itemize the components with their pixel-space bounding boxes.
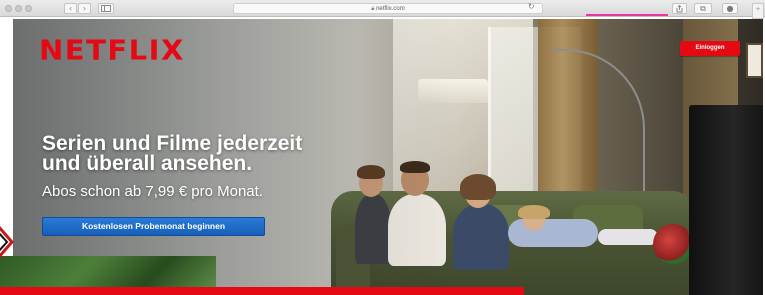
hero-banner: NETFLIX Einloggen Serien und Filme jeder…: [13, 19, 763, 295]
back-button[interactable]: ‹: [64, 3, 77, 14]
downloads-button[interactable]: ●: [722, 3, 738, 14]
chevron-right-icon: [0, 224, 16, 260]
lock-icon: 🔒︎: [371, 5, 375, 12]
sidebar-button[interactable]: [98, 3, 114, 14]
girl-hair: [518, 205, 550, 219]
mother-figure: [453, 204, 509, 270]
share-button[interactable]: [672, 3, 687, 14]
red-bar: [0, 287, 524, 295]
thumbnail-image: [0, 256, 216, 287]
browser-toolbar: ‹ › 🔒︎ netflix.com ↻ ⧉ ●: [0, 0, 765, 17]
accent-bar: [586, 14, 668, 16]
login-button[interactable]: Einloggen: [680, 41, 740, 56]
tabs-button[interactable]: ⧉: [694, 3, 712, 14]
chevron-right-icon: ›: [82, 4, 87, 13]
reload-icon[interactable]: ↻: [528, 2, 535, 11]
headline-line-2: und überall ansehen.: [42, 152, 253, 175]
hero-headline: Serien und Filme jederzeit und überall a…: [42, 132, 442, 175]
free-trial-button[interactable]: Kostenlosen Probemonat beginnen: [42, 217, 265, 236]
girl-figure: [508, 219, 598, 247]
new-tab-button[interactable]: +: [752, 3, 764, 19]
close-window-dot[interactable]: [5, 5, 12, 12]
zoom-window-dot[interactable]: [25, 5, 32, 12]
television-image: [689, 105, 763, 295]
downloads-icon: ●: [726, 4, 734, 13]
tabs-icon: ⧉: [700, 4, 706, 13]
girl-legs: [598, 229, 658, 245]
hero-subline: Abos schon ab 7,99 € pro Monat.: [42, 183, 263, 200]
headline-line-1: Serien und Filme jederzeit: [42, 132, 303, 155]
picture-frame-image: [746, 43, 763, 78]
mother-hair: [460, 174, 496, 200]
address-url: netflix.com: [376, 6, 405, 12]
sidebar-icon: [101, 5, 111, 12]
forward-button[interactable]: ›: [78, 3, 91, 14]
share-icon: [676, 4, 683, 13]
plant-image: [653, 224, 693, 264]
plus-icon: +: [755, 6, 761, 13]
minimize-window-dot[interactable]: [15, 5, 22, 12]
netflix-logo[interactable]: NETFLIX: [39, 34, 185, 66]
chevron-left-icon: ‹: [68, 4, 73, 13]
address-bar[interactable]: 🔒︎ netflix.com: [233, 3, 543, 14]
